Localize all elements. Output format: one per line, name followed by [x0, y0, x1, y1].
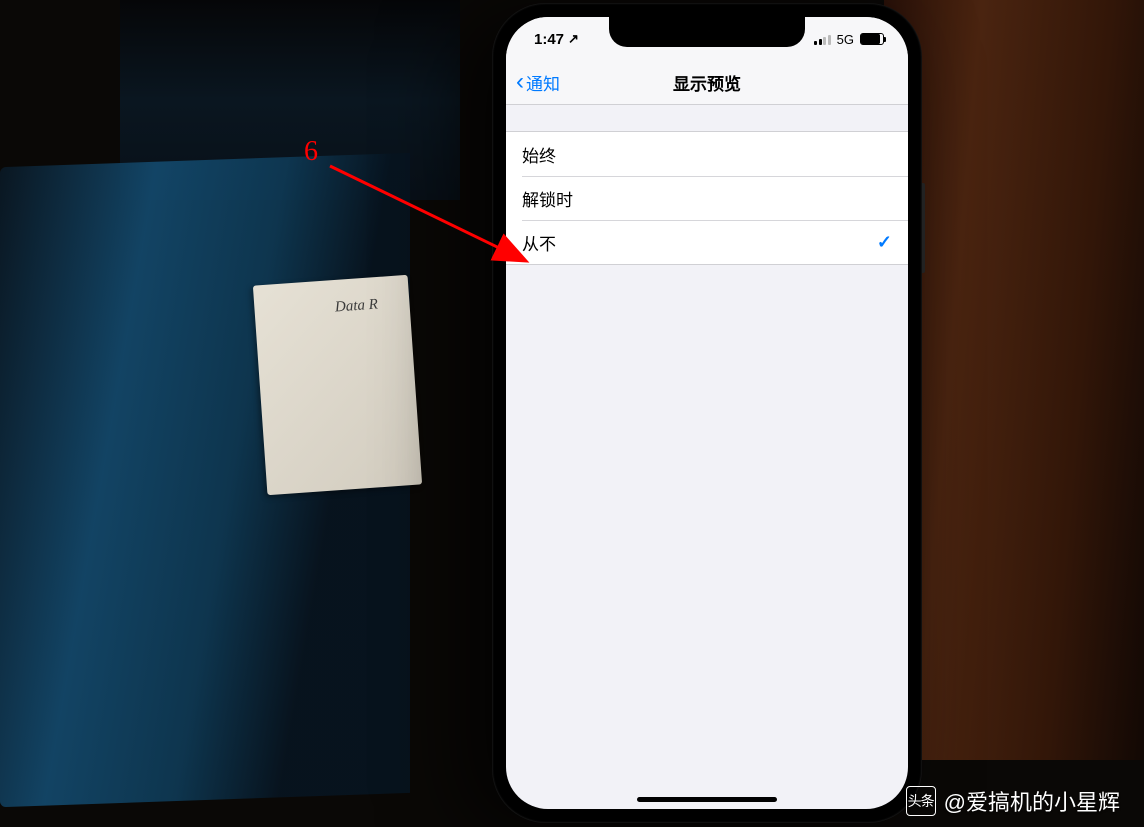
phone-notch [609, 17, 805, 47]
status-time: 1:47 [534, 31, 564, 48]
option-label: 从不 [522, 230, 556, 255]
option-always[interactable]: 始终 [506, 132, 908, 176]
phone-screen: 1:47 ↗ 5G ‹ 通知 显示预览 始终 [506, 17, 908, 809]
page-title: 显示预览 [506, 70, 908, 95]
watermark: 头条 @爱搞机的小星辉 [906, 785, 1120, 817]
watermark-text: @爱搞机的小星辉 [944, 785, 1120, 817]
option-never[interactable]: 从不 ✓ [506, 220, 908, 264]
chevron-left-icon: ‹ [516, 70, 524, 94]
status-bar-left: 1:47 ↗ [534, 31, 579, 48]
home-indicator[interactable] [637, 797, 777, 802]
options-list: 始终 解锁时 从不 ✓ [506, 131, 908, 265]
back-button-label: 通知 [526, 70, 560, 95]
network-type-label: 5G [837, 32, 854, 47]
checkmark-icon: ✓ [877, 232, 892, 253]
option-label: 始终 [522, 142, 556, 167]
navigation-bar: ‹ 通知 显示预览 [506, 61, 908, 105]
phone-side-button [922, 183, 925, 273]
cellular-signal-icon [814, 34, 831, 45]
phone-device: 1:47 ↗ 5G ‹ 通知 显示预览 始终 [492, 3, 922, 823]
background-wallet [884, 0, 1144, 760]
location-services-icon: ↗ [568, 31, 579, 47]
option-when-unlocked[interactable]: 解锁时 [506, 176, 908, 220]
watermark-badge: 头条 [906, 786, 936, 816]
battery-icon [860, 33, 884, 45]
background-card-text: Data R [334, 297, 378, 317]
back-button[interactable]: ‹ 通知 [516, 70, 560, 95]
status-bar-right: 5G [814, 32, 884, 47]
option-label: 解锁时 [522, 186, 573, 211]
annotation-step-number: 6 [304, 136, 318, 168]
